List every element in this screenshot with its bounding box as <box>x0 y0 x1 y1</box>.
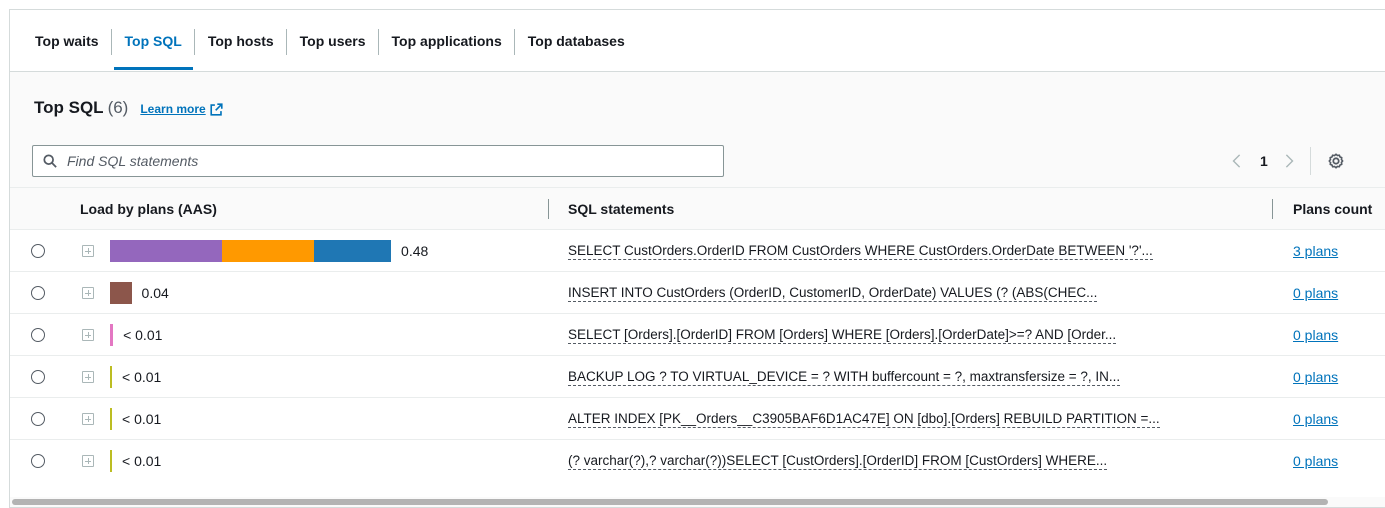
load-value: < 0.01 <box>122 453 162 469</box>
sql-statement[interactable]: (? varchar(?),? varchar(?))SELECT [CustO… <box>568 440 1108 482</box>
sql-statement[interactable]: ALTER INDEX [PK__Orders__C3905BAF6D1AC47… <box>568 398 1160 440</box>
load-value: 0.04 <box>141 285 169 301</box>
expand-row-icon[interactable] <box>82 287 94 299</box>
plans-count-link[interactable]: 0 plans <box>1293 398 1338 440</box>
load-value: 0.48 <box>401 243 429 259</box>
load-value: < 0.01 <box>122 411 162 427</box>
tab-top-hosts[interactable]: Top hosts <box>195 10 287 71</box>
load-bar <box>110 408 112 430</box>
load-bar-segment <box>221 240 315 262</box>
load-bar-segment <box>110 450 112 472</box>
column-header-plans[interactable]: Plans count <box>1293 188 1372 230</box>
row-select-radio[interactable] <box>31 412 45 426</box>
chevron-left-icon[interactable] <box>1230 154 1244 168</box>
sql-statement[interactable]: INSERT INTO CustOrders (OrderID, Custome… <box>568 272 1098 314</box>
search-input[interactable] <box>67 153 707 169</box>
load-value: < 0.01 <box>123 327 163 343</box>
load-bar-segment <box>110 240 222 262</box>
pagination: 1 <box>1230 147 1345 175</box>
plans-count-link[interactable]: 0 plans <box>1293 272 1338 314</box>
plans-count-link[interactable]: 3 plans <box>1293 230 1338 272</box>
load-bar-segment <box>110 282 132 304</box>
gear-icon[interactable] <box>1327 152 1345 170</box>
search-icon <box>43 154 57 168</box>
sql-statement[interactable]: SELECT [Orders].[OrderID] FROM [Orders] … <box>568 314 1117 356</box>
row-select-radio[interactable] <box>31 328 45 342</box>
sql-statement-text: BACKUP LOG ? TO VIRTUAL_DEVICE = ? WITH … <box>568 368 1121 386</box>
pager-divider <box>1309 147 1311 175</box>
sql-statement-text: (? varchar(?),? varchar(?))SELECT [CustO… <box>568 452 1108 470</box>
tab-top-waits[interactable]: Top waits <box>22 10 112 71</box>
search-field[interactable] <box>32 145 724 177</box>
section-title: Top SQL <box>34 98 104 117</box>
table-row: < 0.01 ALTER INDEX [PK__Orders__C3905BAF6… <box>10 398 1385 440</box>
tab-top-sql[interactable]: Top SQL <box>112 10 195 71</box>
plans-count-link[interactable]: 0 plans <box>1293 440 1338 482</box>
learn-more-link[interactable]: Learn more <box>140 102 223 116</box>
table-body: 0.48 SELECT CustOrders.OrderID FROM CustO… <box>10 230 1385 482</box>
scrollbar-thumb[interactable] <box>12 499 1328 505</box>
row-select-radio[interactable] <box>31 286 45 300</box>
plans-count-link[interactable]: 0 plans <box>1293 356 1338 398</box>
column-resizer[interactable] <box>1272 199 1273 219</box>
table-row: < 0.01 SELECT [Orders].[OrderID] FROM [Or… <box>10 314 1385 356</box>
sql-statement-text: ALTER INDEX [PK__Orders__C3905BAF6D1AC47… <box>568 410 1160 428</box>
plans-count-link[interactable]: 0 plans <box>1293 314 1338 356</box>
expand-row-icon[interactable] <box>82 371 94 383</box>
load-bar <box>110 324 114 346</box>
load-value: < 0.01 <box>122 369 162 385</box>
load-bar <box>110 240 392 262</box>
load-bar <box>110 450 112 472</box>
tab-top-databases[interactable]: Top databases <box>515 10 638 71</box>
load-bar-segment <box>110 408 112 430</box>
load-bar-segment <box>314 240 392 262</box>
sql-statement[interactable]: BACKUP LOG ? TO VIRTUAL_DEVICE = ? WITH … <box>568 356 1121 398</box>
section-heading: Top SQL (6) Learn more <box>34 98 223 118</box>
column-resizer[interactable] <box>548 199 549 219</box>
expand-row-icon[interactable] <box>82 455 94 467</box>
sql-statement-text: INSERT INTO CustOrders (OrderID, Custome… <box>568 284 1098 302</box>
top-sql-table: Load by plans (AAS) SQL statements Plans… <box>10 188 1385 482</box>
sql-statement[interactable]: SELECT CustOrders.OrderID FROM CustOrder… <box>568 230 1153 272</box>
table-row: < 0.01 (? varchar(?),? varchar(?))SELECT … <box>10 440 1385 482</box>
row-select-radio[interactable] <box>31 370 45 384</box>
expand-row-icon[interactable] <box>82 413 94 425</box>
dimension-tabs: Top waits Top SQL Top hosts Top users To… <box>10 10 1385 72</box>
expand-row-icon[interactable] <box>82 329 94 341</box>
current-page-number[interactable]: 1 <box>1260 153 1268 169</box>
table-header-area: Top SQL (6) Learn more 1 <box>10 72 1385 188</box>
external-link-icon <box>210 102 223 116</box>
tab-top-applications[interactable]: Top applications <box>379 10 515 71</box>
column-header-load[interactable]: Load by plans (AAS) <box>80 188 217 230</box>
top-sql-panel: Top waits Top SQL Top hosts Top users To… <box>9 9 1385 508</box>
sql-statement-text: SELECT CustOrders.OrderID FROM CustOrder… <box>568 242 1153 260</box>
sql-statement-text: SELECT [Orders].[OrderID] FROM [Orders] … <box>568 326 1117 344</box>
chevron-right-icon[interactable] <box>1282 154 1296 168</box>
load-bar-segment <box>110 324 114 346</box>
section-count: (6) <box>107 98 129 117</box>
table-header-row: Load by plans (AAS) SQL statements Plans… <box>10 188 1385 230</box>
row-select-radio[interactable] <box>31 244 45 258</box>
expand-row-icon[interactable] <box>82 245 94 257</box>
horizontal-scrollbar[interactable] <box>10 497 1385 507</box>
tab-top-users[interactable]: Top users <box>287 10 379 71</box>
active-tab-indicator <box>113 67 193 70</box>
table-row: 0.48 SELECT CustOrders.OrderID FROM CustO… <box>10 230 1385 272</box>
load-bar <box>110 366 112 388</box>
column-header-sql[interactable]: SQL statements <box>568 188 674 230</box>
load-bar <box>110 282 132 304</box>
row-select-radio[interactable] <box>31 454 45 468</box>
load-bar-segment <box>110 366 112 388</box>
table-row: 0.04 INSERT INTO CustOrders (OrderID, Cus… <box>10 272 1385 314</box>
table-row: < 0.01 BACKUP LOG ? TO VIRTUAL_DEVICE = ?… <box>10 356 1385 398</box>
